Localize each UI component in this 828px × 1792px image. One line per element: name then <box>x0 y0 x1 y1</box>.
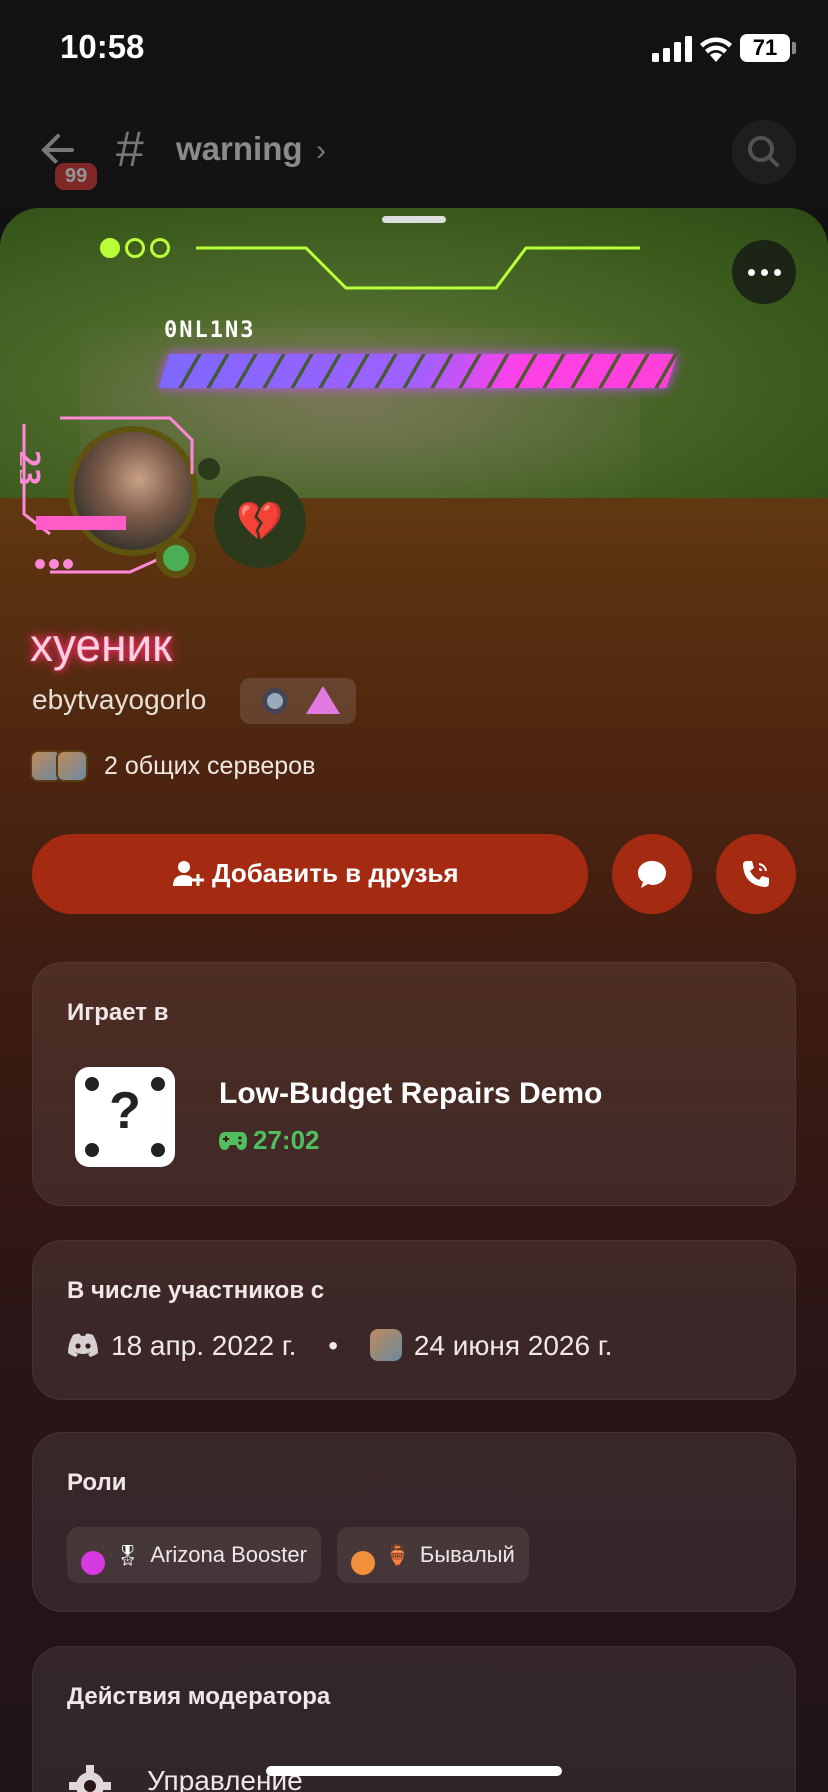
display-name: хуеник <box>30 619 173 671</box>
broken-heart-icon: 💔 <box>236 501 284 543</box>
banner-dots <box>100 238 175 263</box>
separator: • <box>328 1330 339 1361</box>
elapsed-label: 27:02 <box>253 1125 320 1155</box>
channel-name[interactable]: warning <box>176 130 303 168</box>
role-pill[interactable]: 🎖 Arizona Booster <box>67 1527 321 1583</box>
server-icon <box>369 1329 402 1361</box>
more-options-button[interactable] <box>732 240 796 304</box>
message-button[interactable] <box>612 834 692 914</box>
random-dice-question-icon: ? <box>75 1067 175 1167</box>
status-bar: 10:58 71 <box>0 0 828 98</box>
activity-card[interactable]: Играет в ? Low-Budget Repairs Demo 27:02 <box>32 962 796 1206</box>
search-icon <box>748 136 779 167</box>
online-label: 0NL1N3 <box>164 318 256 343</box>
add-friend-label: Добавить в друзья <box>212 858 459 888</box>
call-button[interactable] <box>716 834 796 914</box>
profile-badges[interactable] <box>240 678 356 724</box>
add-friend-button[interactable]: Добавить в друзья <box>32 834 588 914</box>
svg-text:23: 23 <box>20 450 45 486</box>
game-elapsed-time: 27:02 <box>219 1125 320 1156</box>
unread-badge: 99 <box>52 160 101 193</box>
drag-handle[interactable] <box>382 216 446 223</box>
role-color-dot <box>351 1551 375 1575</box>
home-indicator[interactable] <box>266 1766 562 1776</box>
wifi-icon <box>700 37 732 62</box>
gear-icon <box>69 1765 111 1792</box>
role-name: Arizona Booster <box>150 1542 307 1567</box>
discord-logo-icon <box>68 1333 98 1357</box>
phone-icon <box>743 861 769 887</box>
avatar[interactable]: 23 <box>20 404 200 584</box>
activity-title: Играет в <box>67 999 169 1026</box>
search-button[interactable] <box>732 120 796 184</box>
gamepad-icon <box>219 1132 247 1150</box>
add-friend-icon <box>173 861 204 886</box>
battery-icon: 71 <box>740 34 790 62</box>
role-color-dot <box>81 1551 105 1575</box>
clock: 10:58 <box>60 28 145 65</box>
battery-tip <box>792 42 796 54</box>
discord-join-date: 18 апр. 2022 г. <box>111 1330 297 1361</box>
role-badge-icon: 🎖 <box>115 1544 141 1567</box>
banner-line-decoration <box>196 246 640 290</box>
role-vase-icon: 🏺 <box>385 1544 410 1567</box>
triangle-badge-icon[interactable] <box>306 686 340 714</box>
username[interactable]: ebytvayogorlo <box>32 684 206 716</box>
role-pill[interactable]: 🏺 Бывалый <box>337 1527 529 1583</box>
roles-card: Роли 🎖 Arizona Booster 🏺 Бывалый <box>32 1432 796 1612</box>
server-join-date: 24 июня 2026 г. <box>413 1330 613 1361</box>
chevron-right-icon: › <box>316 134 326 167</box>
role-name: Бывалый <box>419 1542 515 1567</box>
online-status-dot <box>156 538 196 578</box>
member-since-row: 18 апр. 2022 г. • 24 июня 2026 г. <box>67 1329 612 1362</box>
custom-status-bubble[interactable]: 💔 <box>198 458 306 568</box>
game-name: Low-Budget Repairs Demo <box>219 1077 603 1110</box>
signal-icon <box>652 36 692 62</box>
profile-sheet: 0NL1N3 23 💔 хуеник ebytvayogorlo 2 общих… <box>0 208 828 1792</box>
moderator-title: Действия модератора <box>67 1683 331 1710</box>
channel-header: 99 # warning › <box>0 98 828 208</box>
hash-icon: # <box>116 121 144 177</box>
mutual-servers-label: 2 общих серверов <box>104 752 316 780</box>
message-bubble-icon <box>638 861 666 888</box>
member-since-title: В числе участников с <box>67 1277 325 1304</box>
member-since-card: В числе участников с 18 апр. 2022 г. • 2… <box>32 1240 796 1400</box>
roles-title: Роли <box>67 1469 127 1496</box>
nitro-orb-badge-icon[interactable] <box>262 688 288 714</box>
online-bar-stripes <box>154 354 682 388</box>
server-icon <box>56 750 88 782</box>
